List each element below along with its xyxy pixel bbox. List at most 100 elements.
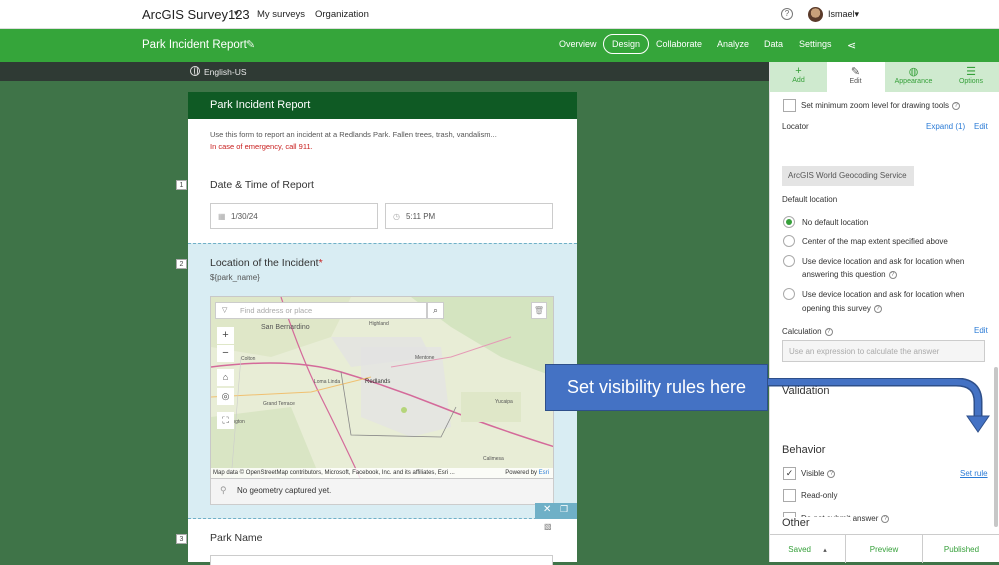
- tab-analyze[interactable]: Analyze: [717, 39, 749, 49]
- date-input[interactable]: ▦ 1/30/24: [210, 203, 378, 229]
- info-icon[interactable]: ?: [827, 469, 836, 478]
- calculation-input[interactable]: Use an expression to calculate the answe…: [782, 340, 985, 362]
- esri-link[interactable]: Esri: [539, 470, 549, 476]
- info-icon[interactable]: ?: [824, 327, 833, 336]
- time-value: 5:11 PM: [406, 212, 436, 221]
- copy-question-icon[interactable]: ❐: [560, 504, 568, 515]
- calendar-icon: ▦: [218, 212, 226, 221]
- info-icon[interactable]: ?: [881, 514, 890, 523]
- help-icon[interactable]: ?: [781, 8, 793, 20]
- tab-overview[interactable]: Overview: [559, 39, 597, 49]
- panel-tabs: + Add ✎ Edit ◍ Appearance ☰ Options: [770, 62, 999, 92]
- time-input[interactable]: ◷ 5:11 PM: [385, 203, 553, 229]
- form-description[interactable]: Use this form to report an incident at a…: [188, 119, 577, 153]
- powered-by: Powered by Esri: [505, 470, 549, 476]
- question-number-3: 3: [176, 534, 187, 544]
- fullscreen-icon[interactable]: ⛶: [217, 412, 234, 429]
- pin-icon: ⚲: [220, 485, 227, 495]
- tab-edit[interactable]: ✎ Edit: [827, 62, 884, 92]
- info-icon[interactable]: ?: [888, 270, 897, 279]
- trash-icon[interactable]: 🗑: [531, 302, 547, 319]
- radio-device-location-answering[interactable]: [783, 255, 795, 267]
- map-label-grand-terrace: Grand Terrace: [263, 401, 295, 407]
- tab-settings[interactable]: Settings: [799, 39, 832, 49]
- nav-my-surveys[interactable]: My surveys: [257, 9, 305, 20]
- tab-add[interactable]: + Add: [770, 62, 827, 92]
- info-icon[interactable]: ?: [952, 101, 961, 110]
- tab-edit-label: Edit: [849, 78, 862, 85]
- question-2-label[interactable]: Location of the Incident*: [210, 257, 323, 269]
- locator-expand-link[interactable]: Expand (1): [926, 122, 965, 131]
- min-zoom-checkbox[interactable]: [783, 99, 796, 112]
- edit-title-pencil-icon[interactable]: ✎: [246, 38, 255, 51]
- question-3-label[interactable]: Park Name: [210, 532, 263, 544]
- map-attribution: Map data © OpenStreetMap contributors, M…: [211, 468, 553, 478]
- user-menu[interactable]: Ismael▾: [828, 9, 859, 20]
- published-button[interactable]: Published: [923, 535, 999, 563]
- visible-checkbox[interactable]: ✓: [783, 467, 796, 480]
- search-icon[interactable]: ⌕: [427, 302, 444, 319]
- device-location-opening-label-2: opening this survey?: [802, 304, 882, 313]
- tab-design[interactable]: Design: [603, 34, 650, 54]
- calculation-label-text: Calculation: [782, 327, 822, 336]
- calculation-edit-link[interactable]: Edit: [974, 326, 988, 335]
- tab-options-label: Options: [958, 78, 984, 85]
- set-rule-link[interactable]: Set rule: [960, 469, 988, 478]
- globe-icon[interactable]: [190, 66, 200, 76]
- question-2-hint: ${park_name}: [210, 273, 260, 282]
- device-location-answering-label: Use device location and ask for location…: [802, 257, 965, 266]
- tab-collaborate[interactable]: Collaborate: [656, 39, 702, 49]
- radio-device-location-opening[interactable]: [783, 288, 795, 300]
- other-heading: Other: [782, 517, 850, 529]
- locator-value[interactable]: ArcGIS World Geocoding Service: [782, 166, 914, 186]
- radio-center-of-map[interactable]: [783, 235, 795, 247]
- powered-by-text: Powered by: [505, 470, 537, 476]
- tab-appearance[interactable]: ◍ Appearance: [885, 62, 942, 92]
- language-bar: English-US: [0, 62, 769, 81]
- panel-footer: Saved ▴ Preview Published: [770, 534, 999, 563]
- min-zoom-label: Set minimum zoom level for drawing tools…: [801, 101, 961, 110]
- emergency-text: In case of emergency, call 911.: [210, 142, 313, 151]
- tab-data[interactable]: Data: [764, 39, 783, 49]
- behavior-heading: Behavior: [782, 444, 826, 456]
- map-search-input[interactable]: ▽ Find address or place: [215, 302, 427, 319]
- center-of-map-label: Center of the map extent specified above: [802, 237, 948, 246]
- add-icon: +: [795, 65, 802, 77]
- language-selector[interactable]: English-US: [204, 67, 247, 77]
- survey-bar: Park Incident Report ✎ Overview Design C…: [0, 29, 999, 62]
- annotation-arrow-icon: [768, 378, 990, 433]
- zoom-in-icon[interactable]: +: [217, 327, 234, 344]
- form-header[interactable]: Park Incident Report: [188, 92, 577, 119]
- map-label-yucaipa: Yucaipa: [495, 399, 513, 405]
- map-widget[interactable]: San Bernardino Highland Loma Linda Redla…: [210, 296, 554, 479]
- map-label-highland: Highland: [369, 321, 389, 327]
- no-geometry-text: No geometry captured yet.: [237, 486, 332, 495]
- info-icon[interactable]: ?: [873, 304, 882, 313]
- saved-label: Saved: [788, 545, 811, 554]
- park-name-input[interactable]: [210, 555, 553, 565]
- sliders-icon: ☰: [966, 66, 976, 78]
- palette-icon: ◍: [908, 66, 919, 78]
- locate-icon[interactable]: ◎: [217, 388, 234, 405]
- readonly-checkbox[interactable]: [783, 489, 796, 502]
- nav-organization[interactable]: Organization: [315, 9, 369, 20]
- delete-question-icon[interactable]: ✕: [543, 504, 551, 515]
- avatar[interactable]: [808, 7, 823, 22]
- saved-status[interactable]: Saved ▴: [770, 535, 846, 563]
- zoom-out-icon[interactable]: −: [217, 345, 234, 362]
- calculation-label: Calculation?: [782, 327, 833, 336]
- question-2-label-text: Location of the Incident: [210, 257, 319, 269]
- app-menu-caret-icon[interactable]: ▾: [234, 8, 239, 19]
- locator-edit-link[interactable]: Edit: [974, 122, 988, 131]
- clock-icon: ◷: [393, 212, 400, 221]
- tab-options[interactable]: ☰ Options: [942, 62, 999, 92]
- preview-button[interactable]: Preview: [846, 535, 923, 563]
- attribution-text: Map data © OpenStreetMap contributors, M…: [213, 470, 455, 476]
- question-1-label[interactable]: Date & Time of Report: [210, 179, 314, 191]
- home-icon[interactable]: ⌂: [217, 369, 234, 386]
- share-icon[interactable]: ⋖: [847, 39, 856, 52]
- search-source-dropdown-icon[interactable]: ▽: [222, 306, 227, 314]
- radio-no-default-location[interactable]: [783, 216, 795, 228]
- top-bar: ArcGIS Survey123 ▾ My surveys Organizati…: [0, 0, 999, 29]
- saved-caret-icon[interactable]: ▴: [823, 547, 827, 554]
